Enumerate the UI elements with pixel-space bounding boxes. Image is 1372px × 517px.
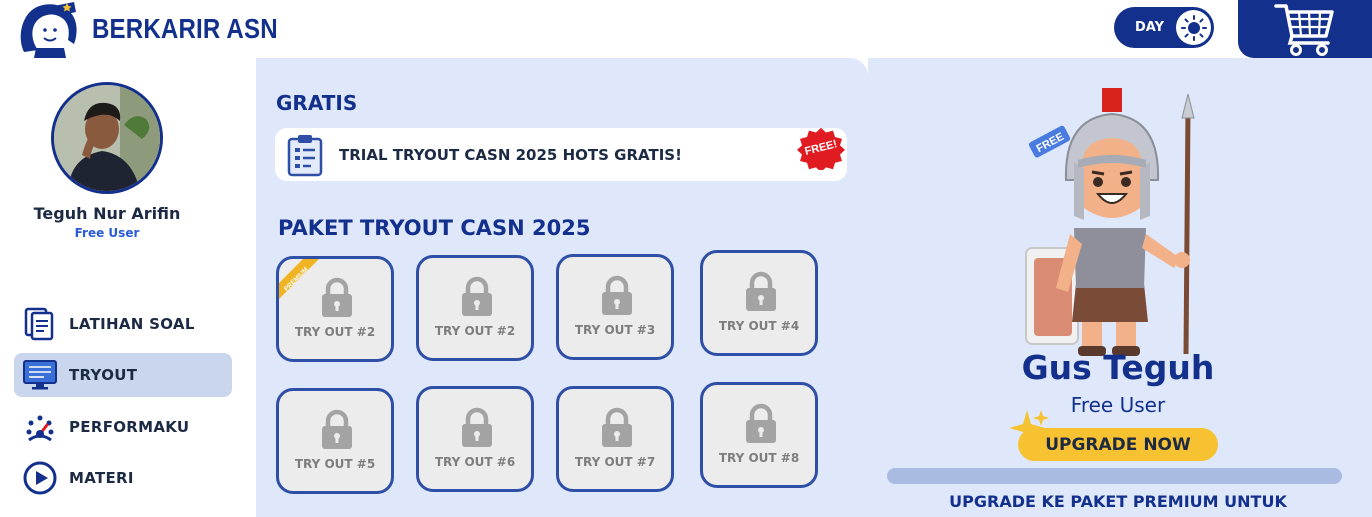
play-icon xyxy=(22,460,58,496)
tile-label: TRY OUT #4 xyxy=(718,319,800,333)
gauge-icon xyxy=(22,409,58,445)
brand-logo-icon xyxy=(20,2,77,58)
cart-button[interactable] xyxy=(1238,0,1372,58)
sidebar: Teguh Nur Arifin Free User LATIHAN SOAL … xyxy=(0,58,256,517)
tryout-tile-1[interactable]: PREMIUM TRY OUT #2 xyxy=(276,256,394,362)
tile-label: TRY OUT #5 xyxy=(294,457,376,471)
theme-toggle-knob xyxy=(1176,10,1211,45)
tryout-tile-6[interactable]: TRY OUT #6 xyxy=(416,386,534,492)
cart-icon xyxy=(1274,4,1334,56)
nav-label: PERFORMAKU xyxy=(69,418,190,436)
nav-label: TRYOUT xyxy=(69,366,138,384)
tile-label: TRY OUT #3 xyxy=(574,323,656,337)
brand[interactable]: BERKARIR ASN xyxy=(14,0,308,58)
promo-divider-bar xyxy=(887,468,1342,484)
sun-icon xyxy=(1180,14,1207,41)
promo-footer-text: UPGRADE KE PAKET PREMIUM UNTUK xyxy=(949,492,1287,511)
gratis-title: GRATIS xyxy=(276,91,358,115)
trial-tryout-label: TRIAL TRYOUT CASN 2025 HOTS GRATIS! xyxy=(339,145,682,164)
top-header: BERKARIR ASN DAY xyxy=(0,0,1372,58)
promo-name: Gus Teguh xyxy=(1021,348,1215,387)
monitor-icon xyxy=(22,357,58,393)
lock-icon xyxy=(746,271,776,311)
upgrade-promo-panel: FREE Gus Teguh Free User UPGRADE NOW UPG… xyxy=(868,58,1372,517)
lock-icon xyxy=(462,407,492,447)
promo-status: Free User xyxy=(1070,393,1166,417)
avatar[interactable] xyxy=(51,82,163,194)
paket-title: PAKET TRYOUT CASN 2025 xyxy=(278,216,591,240)
lock-icon xyxy=(746,403,776,443)
main-panel: GRATIS TRIAL TRYOUT CASN 2025 HOTS GRATI… xyxy=(256,58,868,517)
tryout-tile-7[interactable]: TRY OUT #7 xyxy=(556,386,674,492)
nav-item-tryout[interactable]: TRYOUT xyxy=(14,353,232,397)
nav-label: LATIHAN SOAL xyxy=(69,315,195,333)
tryout-tile-3[interactable]: TRY OUT #3 xyxy=(556,254,674,360)
lock-icon xyxy=(462,276,492,316)
tile-label: TRY OUT #2 xyxy=(434,324,516,338)
lock-icon xyxy=(322,277,352,317)
free-badge-icon: FREE! xyxy=(797,127,845,170)
user-name: Teguh Nur Arifin xyxy=(33,204,181,223)
clipboard-icon xyxy=(287,134,323,176)
document-icon xyxy=(22,306,58,342)
tile-label: TRY OUT #6 xyxy=(434,455,516,469)
lock-icon xyxy=(602,407,632,447)
tile-label: TRY OUT #8 xyxy=(718,451,800,465)
theme-toggle-label: DAY xyxy=(1135,20,1165,35)
tryout-tile-2[interactable]: TRY OUT #2 xyxy=(416,255,534,361)
upgrade-now-button[interactable]: UPGRADE NOW xyxy=(1018,428,1218,461)
lock-icon xyxy=(322,409,352,449)
lock-icon xyxy=(602,275,632,315)
nav-item-latihan-soal[interactable]: LATIHAN SOAL xyxy=(14,302,232,346)
nav-item-materi[interactable]: MATERI xyxy=(14,456,232,500)
profile-photo xyxy=(54,85,160,191)
tryout-tile-4[interactable]: TRY OUT #4 xyxy=(700,250,818,356)
user-status: Free User xyxy=(74,226,140,240)
tryout-tile-5[interactable]: TRY OUT #5 xyxy=(276,388,394,494)
tryout-tile-8[interactable]: TRY OUT #8 xyxy=(700,382,818,488)
knight-mascot-illustration: FREE xyxy=(1025,88,1195,356)
trial-tryout-card[interactable]: TRIAL TRYOUT CASN 2025 HOTS GRATIS! FREE… xyxy=(275,127,847,181)
nav-item-performaku[interactable]: PERFORMAKU xyxy=(14,405,232,449)
nav-label: MATERI xyxy=(69,469,134,487)
brand-name: BERKARIR ASN xyxy=(92,13,278,44)
tile-label: TRY OUT #7 xyxy=(574,455,656,469)
tile-label: TRY OUT #2 xyxy=(294,325,376,339)
theme-toggle[interactable]: DAY xyxy=(1114,7,1214,48)
